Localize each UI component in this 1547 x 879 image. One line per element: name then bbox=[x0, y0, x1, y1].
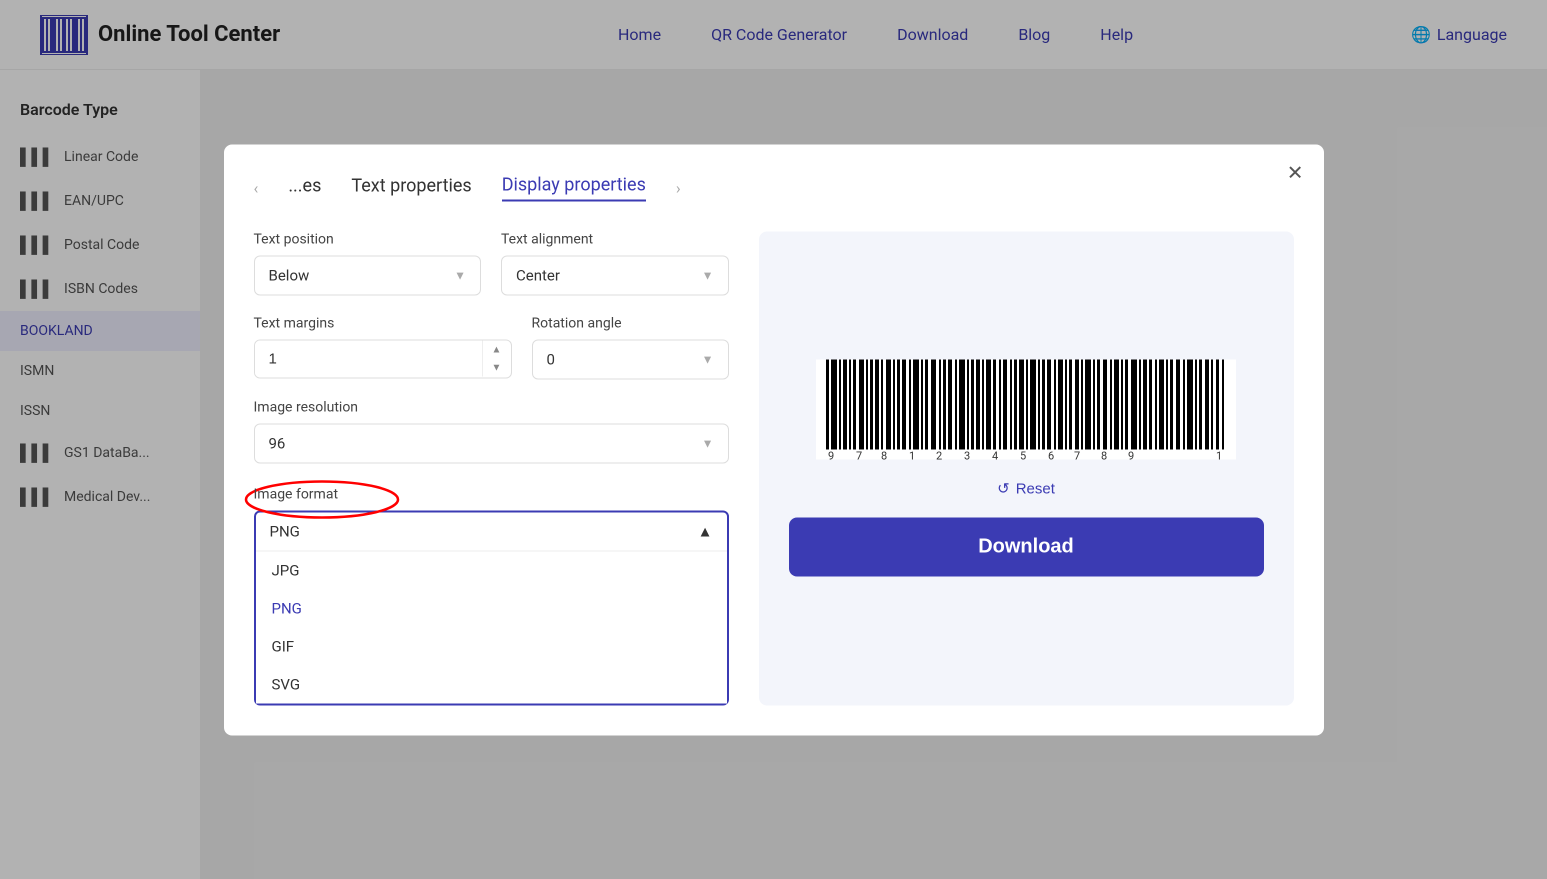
image-format-header[interactable]: PNG ▲ bbox=[256, 512, 727, 550]
image-resolution-value: 96 bbox=[269, 434, 286, 452]
svg-text:7: 7 bbox=[1074, 450, 1080, 460]
text-margins-up[interactable]: ▲ bbox=[483, 341, 511, 359]
text-position-arrow: ▼ bbox=[454, 268, 466, 282]
tab-display-properties[interactable]: Display properties bbox=[502, 174, 646, 201]
rotation-angle-value: 0 bbox=[547, 350, 555, 368]
modal-tabs: ‹ ...es Text properties Display properti… bbox=[254, 174, 1294, 201]
svg-text:7: 7 bbox=[856, 450, 862, 460]
rotation-angle-select[interactable]: 0 ▼ bbox=[532, 339, 729, 379]
svg-text:8: 8 bbox=[881, 450, 887, 460]
modal-form: Text position Below ▼ Text alignment Cen… bbox=[254, 231, 729, 705]
svg-text:1: 1 bbox=[1216, 450, 1222, 460]
format-option-svg[interactable]: SVG bbox=[256, 665, 727, 703]
text-margins-input[interactable] bbox=[255, 340, 482, 377]
image-resolution-arrow: ▼ bbox=[702, 436, 714, 450]
rotation-angle-arrow: ▼ bbox=[702, 352, 714, 366]
text-position-group: Text position Below ▼ bbox=[254, 231, 482, 295]
text-margins-arrows: ▲ ▼ bbox=[482, 341, 511, 377]
image-format-current: PNG bbox=[270, 522, 300, 540]
text-alignment-group: Text alignment Center ▼ bbox=[501, 231, 729, 295]
text-alignment-value: Center bbox=[516, 266, 560, 284]
image-format-label: Image format bbox=[254, 486, 339, 502]
tab-next-arrow[interactable]: › bbox=[676, 178, 681, 197]
form-row-1: Text position Below ▼ Text alignment Cen… bbox=[254, 231, 729, 295]
tab-text-properties[interactable]: Text properties bbox=[351, 175, 471, 200]
tab-other[interactable]: ...es bbox=[288, 175, 321, 200]
text-alignment-label: Text alignment bbox=[501, 231, 729, 247]
svg-text:1: 1 bbox=[909, 450, 915, 460]
format-option-png[interactable]: PNG bbox=[256, 589, 727, 627]
rotation-angle-group: Rotation angle 0 ▼ bbox=[532, 315, 729, 379]
text-alignment-arrow: ▼ bbox=[702, 268, 714, 282]
modal-dialog: ✕ ‹ ...es Text properties Display proper… bbox=[224, 144, 1324, 735]
svg-text:9: 9 bbox=[1128, 450, 1134, 460]
image-format-dropdown[interactable]: PNG ▲ JPG PNG GIF SVG bbox=[254, 510, 729, 705]
svg-text:4: 4 bbox=[992, 450, 998, 460]
image-format-group: Image format PNG ▲ JPG PNG GIF S bbox=[254, 483, 729, 705]
svg-text:2: 2 bbox=[936, 450, 942, 460]
tab-prev-arrow[interactable]: ‹ bbox=[254, 178, 259, 197]
reset-label: Reset bbox=[1016, 480, 1055, 497]
svg-text:3: 3 bbox=[964, 450, 970, 460]
format-option-jpg[interactable]: JPG bbox=[256, 551, 727, 589]
modal-body: Text position Below ▼ Text alignment Cen… bbox=[254, 231, 1294, 705]
barcode-preview-panel: 9 7 8 1 2 3 4 5 6 7 8 9 1 ↺ Reset bbox=[759, 231, 1294, 705]
image-resolution-select[interactable]: 96 ▼ bbox=[254, 423, 729, 463]
reset-icon: ↺ bbox=[997, 480, 1010, 498]
rotation-angle-label: Rotation angle bbox=[532, 315, 729, 331]
barcode-image: 9 7 8 1 2 3 4 5 6 7 8 9 1 bbox=[816, 360, 1236, 460]
svg-text:6: 6 bbox=[1048, 450, 1054, 460]
form-row-2: Text margins ▲ ▼ Rotation angle 0 ▼ bbox=[254, 315, 729, 379]
text-position-select[interactable]: Below ▼ bbox=[254, 255, 482, 295]
text-margins-down[interactable]: ▼ bbox=[483, 359, 511, 377]
svg-text:8: 8 bbox=[1101, 450, 1107, 460]
text-alignment-select[interactable]: Center ▼ bbox=[501, 255, 729, 295]
text-margins-label: Text margins bbox=[254, 315, 512, 331]
text-margins-input-wrap: ▲ ▼ bbox=[254, 339, 512, 378]
image-format-chevron-up: ▲ bbox=[698, 522, 713, 540]
close-button[interactable]: ✕ bbox=[1287, 160, 1304, 185]
image-format-options: JPG PNG GIF SVG bbox=[256, 550, 727, 703]
svg-text:5: 5 bbox=[1020, 450, 1026, 460]
text-position-label: Text position bbox=[254, 231, 482, 247]
svg-text:9: 9 bbox=[828, 450, 834, 460]
text-position-value: Below bbox=[269, 266, 310, 284]
image-resolution-group: Image resolution 96 ▼ bbox=[254, 399, 729, 463]
format-option-gif[interactable]: GIF bbox=[256, 627, 727, 665]
reset-button[interactable]: ↺ Reset bbox=[997, 480, 1055, 498]
barcode-preview: 9 7 8 1 2 3 4 5 6 7 8 9 1 bbox=[789, 360, 1264, 460]
image-format-label-wrap: Image format bbox=[254, 486, 339, 510]
image-resolution-label: Image resolution bbox=[254, 399, 729, 415]
text-margins-group: Text margins ▲ ▼ bbox=[254, 315, 512, 379]
download-button[interactable]: Download bbox=[789, 518, 1264, 577]
